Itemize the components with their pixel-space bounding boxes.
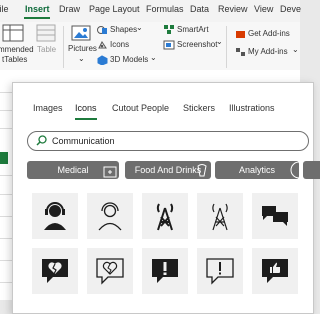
radio-tower-dark-icon (156, 203, 174, 231)
store-icon (236, 31, 245, 38)
category-chip-food-and-drinks[interactable]: Food And Drinks (125, 161, 211, 179)
exclamation-bubble-icon (152, 259, 178, 283)
broken-heart-outline-bubble-icon (96, 258, 124, 285)
menu-formulas[interactable]: Formulas (146, 4, 184, 14)
icon-tile[interactable] (142, 248, 188, 294)
menu-developer[interactable]: Deve (280, 4, 301, 14)
category-chip-next[interactable] (303, 161, 320, 179)
icon-tile[interactable] (197, 248, 243, 294)
menu-review[interactable]: Review (218, 4, 248, 14)
menu-view[interactable]: View (254, 4, 273, 14)
thumbs-up-bubble-icon (262, 259, 288, 283)
search-input[interactable]: Communication (52, 136, 115, 146)
recommended-pivot-label[interactable]: mmended (0, 45, 34, 54)
sheet-row-line (0, 216, 12, 217)
shapes-chevron-icon[interactable]: ⌄ (136, 23, 143, 32)
ribbon: mmended tTables Table Pictures ⌄ Shapes … (0, 22, 300, 70)
tab-images[interactable]: Images (33, 103, 63, 113)
sheet-row-line (0, 260, 12, 261)
chip-label: Medical (57, 165, 89, 175)
icons-button[interactable]: Icons (110, 40, 129, 49)
chip-label: Food And Drinks (134, 165, 202, 175)
my-add-ins-chevron-icon[interactable]: ⌄ (292, 45, 299, 54)
headset-person-dark-icon (44, 202, 66, 230)
medical-kit-icon (103, 166, 117, 178)
pictures-dropdown-chevron-icon[interactable]: ⌄ (78, 54, 85, 63)
tab-cutout-people[interactable]: Cutout People (112, 103, 169, 113)
insert-icons-dialog: Images Icons Cutout People Stickers Illu… (12, 82, 320, 314)
pictures-icon (71, 25, 91, 41)
pictures-button[interactable]: Pictures (68, 44, 97, 53)
icons-icon (98, 41, 107, 49)
icon-tile[interactable] (32, 248, 78, 294)
active-tab-indicator (75, 118, 97, 120)
smartart-icon (164, 25, 174, 34)
screenshot-icon (163, 40, 175, 50)
sheet-row-line (0, 238, 12, 239)
sheet-row-line (0, 194, 12, 195)
menu-bar: File Insert Draw Page Layout Formulas Da… (0, 0, 301, 23)
ribbon-separator-2 (226, 26, 227, 68)
speech-bubbles-icon (262, 206, 288, 226)
tab-stickers[interactable]: Stickers (183, 103, 215, 113)
table-button[interactable]: Table (37, 45, 56, 54)
shapes-icon (97, 26, 107, 34)
food-drink-icon (197, 164, 207, 177)
sheet-row-line (0, 175, 12, 176)
chip-label: Analytics (238, 165, 275, 175)
icon-tile[interactable] (252, 248, 298, 294)
analytics-icon (290, 162, 299, 178)
exclamation-outline-bubble-icon (206, 258, 234, 285)
icon-tile[interactable] (142, 193, 188, 239)
tab-illustrations[interactable]: Illustrations (229, 103, 275, 113)
my-add-ins-button[interactable]: My Add-ins (248, 47, 288, 56)
menu-insert[interactable]: Insert (25, 4, 50, 14)
menu-draw[interactable]: Draw (59, 4, 80, 14)
sheet-row-line (0, 128, 12, 129)
menu-file[interactable]: File (0, 4, 9, 14)
broken-heart-bubble-icon (42, 259, 68, 283)
3d-models-button[interactable]: 3D Models (110, 55, 148, 64)
get-add-ins-button[interactable]: Get Add-ins (248, 29, 290, 38)
headset-person-outline-icon (98, 202, 122, 231)
search-field[interactable]: Communication (27, 131, 309, 151)
search-icon (36, 135, 47, 146)
tab-icons[interactable]: Icons (75, 103, 97, 113)
table-icon (36, 24, 56, 42)
icon-tile[interactable] (197, 193, 243, 239)
category-chip-medical[interactable]: Medical (27, 161, 119, 179)
3d-models-icon (97, 55, 108, 65)
3d-models-chevron-icon[interactable]: ⌄ (150, 53, 157, 62)
smartart-button[interactable]: SmartArt (177, 25, 209, 34)
icon-tile[interactable] (252, 193, 298, 239)
ribbon-separator (63, 26, 64, 68)
pivot-table-icon (2, 24, 24, 42)
sheet-row-line (0, 92, 12, 93)
menu-page-layout[interactable]: Page Layout (89, 4, 140, 14)
radio-tower-outline-icon (212, 203, 228, 231)
screenshot-chevron-icon[interactable]: ⌄ (216, 37, 223, 46)
menu-data[interactable]: Data (190, 4, 209, 14)
icon-tile[interactable] (87, 193, 133, 239)
icon-tile[interactable] (87, 248, 133, 294)
screenshot-button[interactable]: Screenshot (177, 40, 217, 49)
pivot-tables-label[interactable]: tTables (2, 55, 27, 64)
sheet-row-line (0, 282, 12, 283)
category-chip-analytics[interactable]: Analytics (215, 161, 299, 179)
icon-tile[interactable] (32, 193, 78, 239)
my-add-ins-icon (236, 48, 245, 56)
sheet-row-line (0, 110, 12, 111)
shapes-button[interactable]: Shapes (110, 25, 137, 34)
sheet-selection-marker (0, 152, 8, 164)
active-menu-indicator (24, 17, 50, 19)
